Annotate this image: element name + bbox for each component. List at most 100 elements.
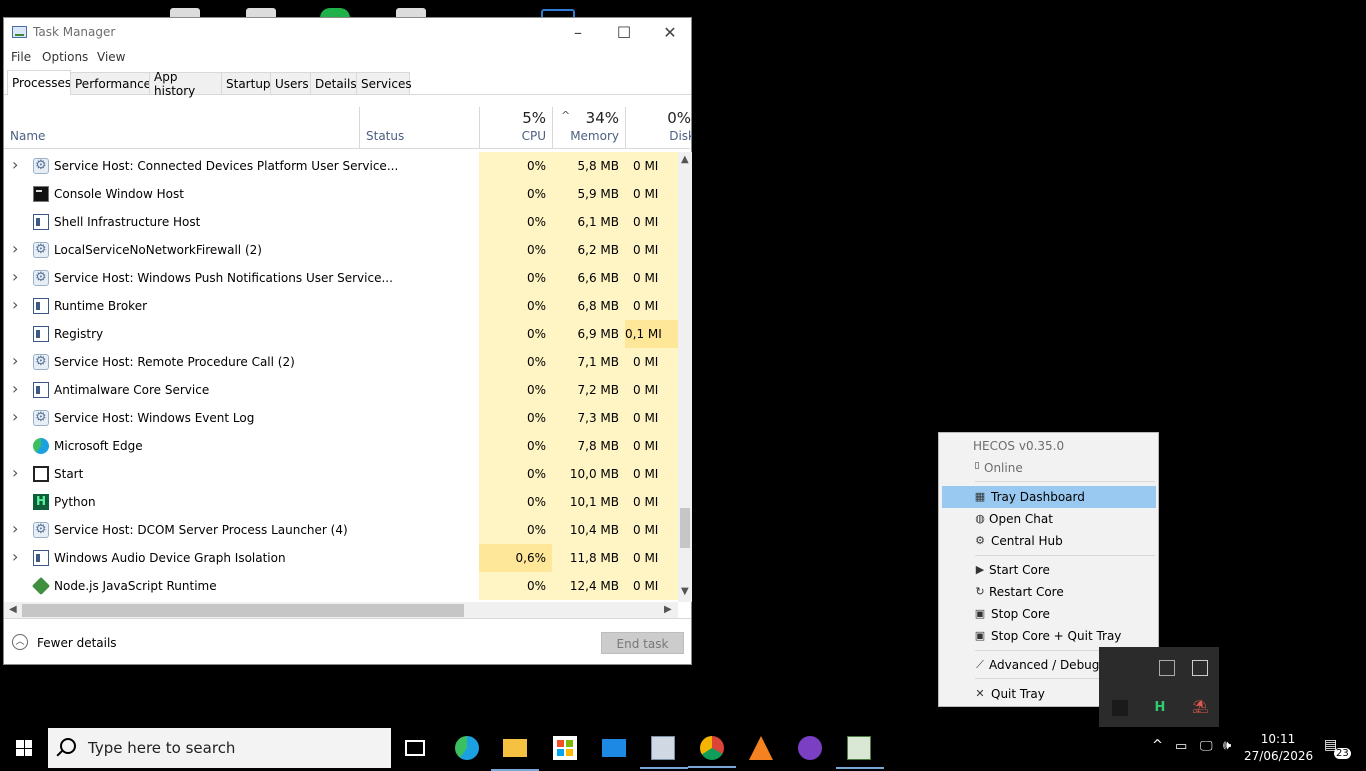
table-row[interactable]: › LocalServiceNoNetworkFirewall (2) 0%6,2 … [4, 236, 678, 264]
menu-options[interactable]: Options [42, 50, 88, 64]
scroll-left-icon[interactable]: ◀ [9, 604, 17, 615]
clock-date: 27/06/2026 [1244, 749, 1314, 763]
expand-chevron-icon[interactable]: › [12, 267, 22, 286]
disk-cell: 0 MI [625, 180, 678, 208]
table-row[interactable]: Registry 0% 6,9 MB 0,1 MI [4, 320, 678, 348]
tab-details[interactable]: Details [310, 72, 357, 94]
battery-icon[interactable]: ▭ [1175, 739, 1187, 754]
scroll-right-icon[interactable]: ▶ [664, 604, 672, 615]
menu-item-start-core[interactable]: ▶ Start Core [939, 559, 1158, 581]
menu-item-stop-core-quit-tray[interactable]: ▣ Stop Core + Quit Tray [939, 625, 1158, 647]
scroll-up-icon[interactable]: ▲ [681, 154, 689, 165]
tab-startup[interactable]: Startup [221, 72, 271, 94]
disk-column-header[interactable]: 0% Disk [625, 107, 691, 148]
photos-icon[interactable] [640, 736, 688, 769]
search-box[interactable]: Type here to search [48, 728, 391, 768]
cpu-cell: 0% [479, 404, 552, 432]
expand-chevron-icon[interactable]: › [12, 155, 22, 174]
cpu-column-header[interactable]: 5% CPU [479, 107, 552, 148]
table-row[interactable]: Shell Infrastructure Host 0% 6,1 MB 0 MI [4, 208, 678, 236]
edge-icon[interactable] [455, 736, 479, 760]
chrome-icon[interactable] [688, 736, 736, 768]
mail-icon[interactable] [602, 739, 626, 757]
table-row[interactable]: Node.js JavaScript Runtime 0% 12,4 MB 0 MI [4, 572, 678, 600]
expand-chevron-icon[interactable]: › [12, 463, 22, 482]
table-row[interactable]: Microsoft Edge 0% 7,8 MB 0 MI [4, 432, 678, 460]
tab-users[interactable]: Users [270, 72, 311, 94]
fewer-details-link[interactable]: Fewer details [37, 636, 117, 650]
gear-icon [33, 522, 49, 538]
task-manager-taskbar-icon[interactable] [836, 736, 884, 769]
tab-services[interactable]: Services [356, 72, 412, 94]
github-icon[interactable] [798, 736, 822, 760]
vertical-scroll-thumb[interactable] [680, 508, 690, 548]
table-row[interactable]: › Service Host: DCOM Server Process Launc… [4, 516, 678, 544]
nvidia-icon[interactable] [1112, 700, 1128, 716]
expand-chevron-icon[interactable]: › [12, 519, 22, 538]
app-version-label: HECOS v0.35.0 [973, 439, 1065, 453]
table-row[interactable]: › Runtime Broker 0% 6,8 MB 0 MI [4, 292, 678, 320]
tab-processes[interactable]: Processes [7, 70, 71, 95]
table-row[interactable]: › Service Host: Windows Event Log 0%7,3 MB… [4, 404, 678, 432]
expand-chevron-icon[interactable]: › [12, 379, 22, 398]
name-column-header[interactable]: Name [4, 107, 359, 148]
file-explorer-icon[interactable] [491, 739, 539, 771]
maximize-button[interactable]: ☐ [601, 18, 647, 47]
menu-file[interactable]: File [11, 50, 31, 64]
scroll-down-icon[interactable]: ▼ [681, 586, 689, 597]
chevron-up-icon[interactable]: ^ [1152, 738, 1163, 753]
window-icon [33, 550, 49, 566]
network-icon[interactable]: 🖵 [1200, 739, 1213, 754]
expand-chevron-icon[interactable]: › [12, 351, 22, 370]
close-button[interactable]: ✕ [647, 18, 693, 47]
memory-cell: 6,6 MB [552, 264, 625, 292]
disk-cell: 0 MI [625, 488, 678, 516]
menu-view[interactable]: View [97, 50, 125, 64]
menu-item-stop-core[interactable]: ▣ Stop Core [939, 603, 1158, 625]
tab-performance[interactable]: Performance [70, 72, 151, 94]
table-row[interactable]: › Service Host: Remote Procedure Call (2)… [4, 348, 678, 376]
hecos-tray-icon[interactable]: H [1152, 700, 1168, 716]
volume-icon[interactable]: 🕪 [1223, 738, 1231, 753]
task-view-icon[interactable] [405, 740, 425, 756]
menu-item-label: Open Chat [989, 512, 1053, 526]
title-bar[interactable]: Task Manager – ☐ ✕ [4, 18, 691, 47]
memory-column-label: Memory [570, 129, 619, 143]
expand-chevron-icon[interactable]: › [12, 295, 22, 314]
menu-item-central-hub[interactable]: ⚙ Central Hub [939, 530, 1158, 552]
stop-quit-icon: ▣ [974, 629, 986, 642]
tray-app-icon[interactable] [1159, 660, 1175, 676]
process-name: Start [54, 467, 84, 481]
store-icon[interactable] [553, 736, 577, 760]
table-row[interactable]: Python 0%10,1 MB0 MI [4, 488, 678, 516]
tray-app-icon[interactable]: ⛱ [1192, 700, 1209, 716]
expand-chevron-icon[interactable]: › [12, 239, 22, 258]
status-column-header[interactable]: Status [359, 107, 479, 148]
table-row[interactable]: › Service Host: Connected Devices Platfor… [4, 152, 678, 180]
memory-column-header[interactable]: ^ 34% Memory [552, 107, 625, 148]
vlc-icon[interactable] [749, 736, 773, 760]
expand-chevron-icon[interactable]: › [12, 407, 22, 426]
chevron-up-icon[interactable]: ︿ [12, 634, 28, 650]
table-row[interactable]: › Antimalware Core Service 0% 7,2 MB 0 MI [4, 376, 678, 404]
start-button[interactable] [0, 728, 48, 768]
table-row[interactable]: Console Window Host 0% 5,9 MB 0 MI [4, 180, 678, 208]
cpu-cell: 0% [479, 460, 552, 488]
end-task-button[interactable]: End task [601, 632, 684, 654]
menu-item-tray-dashboard[interactable]: ▦ Tray Dashboard [942, 486, 1156, 508]
horizontal-scroll-thumb[interactable] [22, 604, 464, 617]
minimize-button[interactable]: – [555, 18, 601, 47]
table-row[interactable]: › Service Host: Windows Push Notification… [4, 264, 678, 292]
tab-app-history[interactable]: App history [149, 70, 222, 98]
table-row[interactable]: › Start 0% 10,0 MB 0 MI [4, 460, 678, 488]
dashboard-icon: ▦ [974, 490, 986, 503]
menu-item-restart-core[interactable]: ↻ Restart Core [939, 581, 1158, 603]
table-row[interactable]: › Windows Audio Device Graph Isolation 0,6… [4, 544, 678, 572]
cpu-column-label: CPU [521, 129, 546, 143]
menu-item-label: Advanced / Debug [989, 658, 1100, 672]
clock[interactable]: 10:11 27/06/2026 [1244, 731, 1314, 765]
menu-divider [975, 555, 1155, 556]
tray-app-icon[interactable] [1192, 660, 1208, 676]
expand-chevron-icon[interactable]: › [12, 547, 22, 566]
menu-item-open-chat[interactable]: ◍ Open Chat [939, 508, 1158, 530]
